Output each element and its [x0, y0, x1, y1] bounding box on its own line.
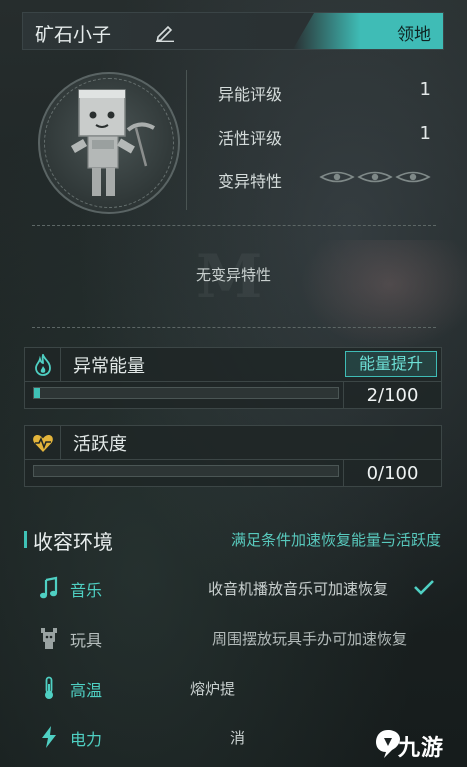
- env-row-music[interactable]: 音乐 收音机播放音乐可加速恢复: [0, 568, 467, 608]
- flame-icon: [34, 353, 51, 376]
- watermark-text: 九游: [398, 736, 445, 761]
- music-note-icon: [40, 576, 58, 599]
- site-watermark: 九游: [374, 724, 464, 764]
- activity-panel: 活跃度 0/100: [24, 425, 442, 487]
- character-name: 矿石小子: [35, 24, 112, 46]
- mutation-trait-label: 变异特性: [218, 172, 283, 191]
- energy-icon-box: [25, 348, 61, 381]
- activity-value: 0/100: [343, 460, 441, 487]
- env-heat-name: 高温: [70, 681, 103, 700]
- mineral-kid-figure-icon: [70, 89, 155, 196]
- activity-progress-bar: [33, 465, 339, 477]
- env-toy-name: 玩具: [70, 631, 103, 650]
- header-bar: 矿石小子 领地: [22, 12, 444, 50]
- energy-value: 2/100: [343, 382, 441, 409]
- env-row-heat[interactable]: 高温 熔炉提: [0, 668, 467, 708]
- energy-title: 异常能量: [73, 356, 145, 377]
- lightning-bolt-icon: [42, 726, 56, 748]
- thermometer-icon: [45, 676, 53, 699]
- trait-divider-bottom: [32, 327, 436, 328]
- background-figure: [300, 240, 467, 350]
- env-heat-desc: 熔炉提: [190, 680, 236, 698]
- heart-pulse-icon: [32, 434, 53, 452]
- avatar-divider: [186, 70, 187, 210]
- activity-rating-value: 1: [419, 123, 431, 144]
- env-row-toy[interactable]: 玩具 周围摆放玩具手办可加速恢复: [0, 618, 467, 658]
- energy-progress-bar: [33, 387, 339, 399]
- territory-tab[interactable]: 领地: [293, 13, 443, 49]
- env-music-name: 音乐: [70, 581, 103, 600]
- env-music-desc: 收音机播放音乐可加速恢复: [208, 580, 389, 598]
- env-toy-desc: 周围摆放玩具手办可加速恢复: [212, 630, 408, 648]
- environment-subtitle: 满足条件加速恢复能量与活跃度: [230, 531, 441, 549]
- character-avatar[interactable]: [38, 72, 180, 214]
- energy-boost-button[interactable]: 能量提升: [345, 351, 437, 377]
- energy-progress-fill: [34, 388, 41, 398]
- activity-title: 活跃度: [73, 434, 127, 455]
- activity-rating-label: 活性评级: [218, 129, 283, 148]
- activity-icon-box: [25, 426, 61, 459]
- pencil-edit-icon[interactable]: [154, 24, 176, 42]
- no-trait-text: 无变异特性: [195, 266, 271, 284]
- mutation-eye-icons: [319, 171, 431, 183]
- ability-rating-value: 1: [419, 79, 431, 100]
- environment-title: 收容环境: [33, 530, 113, 554]
- env-power-desc: 消: [230, 729, 246, 747]
- territory-tab-label: 领地: [397, 25, 431, 45]
- abnormal-energy-panel: 异常能量 能量提升 2/100: [24, 347, 442, 409]
- checkmark-icon: [414, 580, 434, 595]
- toy-figure-icon: [41, 628, 57, 649]
- trait-divider-top: [32, 225, 436, 226]
- env-power-name: 电力: [70, 730, 103, 749]
- environment-title-marker: [24, 531, 27, 548]
- ability-rating-label: 异能评级: [218, 85, 283, 104]
